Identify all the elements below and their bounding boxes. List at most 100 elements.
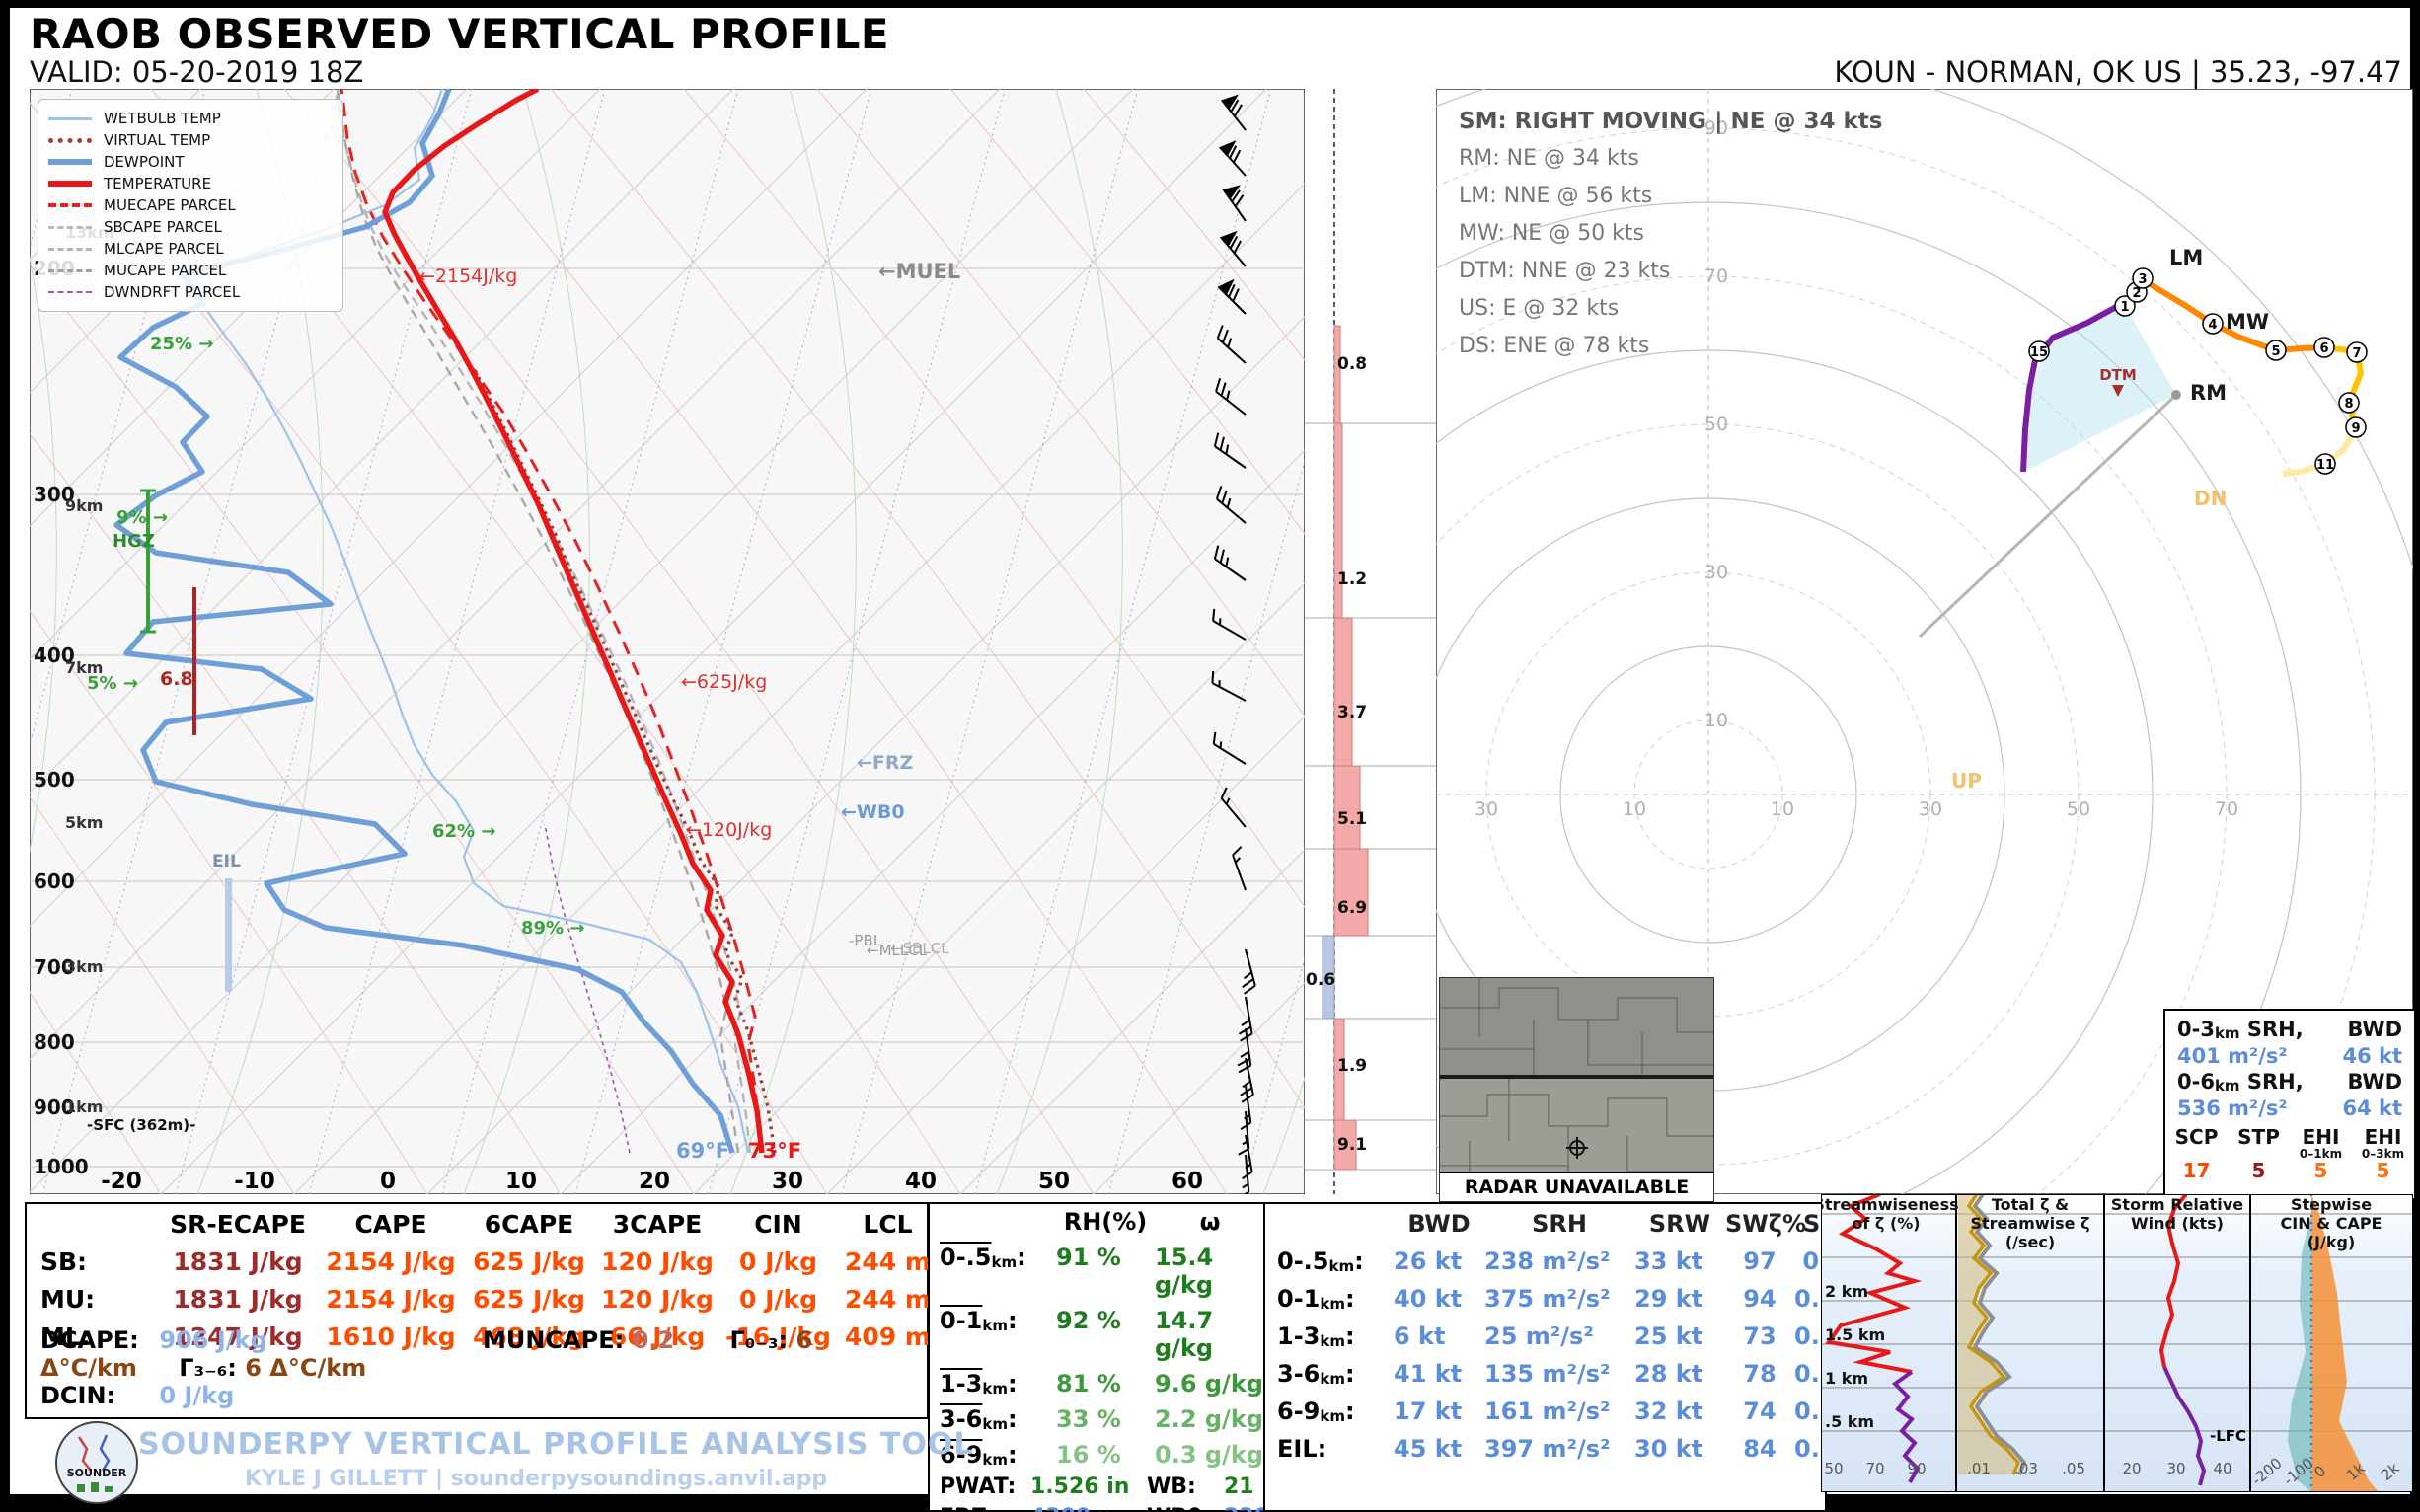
storm-motion-title: SM: RIGHT MOVING | NE @ 34 kts <box>1459 109 1883 134</box>
temp-tick: 0 <box>380 1169 396 1194</box>
col-header: SR-ECAPE <box>170 1210 306 1239</box>
radar-caption: RADAR UNAVAILABLE <box>1440 1172 1713 1201</box>
cell: 120 J/kg <box>601 1247 714 1276</box>
page-title: RAOB OBSERVED VERTICAL PROFILE <box>30 10 890 58</box>
cell: 120 J/kg <box>601 1285 714 1314</box>
col-header: LCL <box>863 1210 913 1239</box>
row-label: 0-1km: <box>1277 1285 1355 1313</box>
bwd-value: 40 kt <box>1394 1285 1463 1313</box>
mucape-swatch <box>48 268 92 272</box>
valid-time: VALID: 05-20-2019 18Z <box>30 55 364 89</box>
row-label: 1-3km: <box>940 1370 1018 1398</box>
virtual-swatch <box>48 137 92 143</box>
dcape-label: DCAPE: <box>40 1326 139 1354</box>
x-tick: .01 <box>1967 1460 1991 1477</box>
muncape-value: 0.2 <box>632 1326 675 1354</box>
row-label: 3-6km: <box>1277 1360 1355 1388</box>
sfc-dewpoint-label: 69°F <box>676 1139 729 1163</box>
muncape-label: MUNCAPE: <box>483 1326 625 1354</box>
bwd-value: 6 kt <box>1394 1323 1446 1350</box>
km-marker: 8 <box>2344 397 2353 412</box>
histogram-value: 6.9 <box>1337 898 1367 918</box>
ehi3-value: 5 <box>2376 1159 2390 1182</box>
row-label: 0-.5km: <box>1277 1247 1364 1275</box>
ring-label: 10 <box>1771 798 1794 820</box>
row-label: 6-9km: <box>1277 1398 1355 1425</box>
km-label: 5km <box>65 813 103 832</box>
panel-title: Wind (kts) <box>2131 1214 2224 1233</box>
bwd-0-3-value: 46 kt <box>2342 1044 2402 1068</box>
brand-credit: KYLE J GILLETT | sounderpysoundings.anvi… <box>245 1467 828 1491</box>
col-header: RH(%) <box>1063 1208 1148 1236</box>
swp-value: 94 <box>1743 1285 1777 1313</box>
ehi1-header: EHI 0–1km <box>2299 1125 2343 1161</box>
ring-label: 30 <box>1475 798 1498 820</box>
srh-indices-box: 0-3km SRH, BWD 401 m²/s² 46 kt 0-6km SRH… <box>2163 1009 2416 1200</box>
w-value: 14.7 g/kg <box>1155 1307 1214 1362</box>
km-marker: 6 <box>2319 341 2328 356</box>
srh-row-label: 0-6km SRH, <box>2177 1070 2304 1095</box>
ring-label: 30 <box>1704 562 1728 583</box>
scp-value: 17 <box>2182 1159 2211 1182</box>
km-marker: 11 <box>2316 458 2334 473</box>
row-label: SB: <box>40 1247 88 1276</box>
rh-annotation: 9% → <box>116 507 168 528</box>
pwat-label: PWAT: <box>940 1474 1017 1499</box>
srh-value: 238 m²/s² <box>1484 1247 1611 1275</box>
sounderpy-logo: SOUNDER <box>55 1421 138 1504</box>
storm-motion-line: DS: ENE @ 78 kts <box>1459 334 1650 358</box>
histogram-bar <box>1333 325 1341 424</box>
radar-inset: RADAR UNAVAILABLE <box>1439 977 1714 1202</box>
skewt-legend: WETBULB TEMP VIRTUAL TEMP DEWPOINT TEMPE… <box>38 99 343 312</box>
rh-value: 33 % <box>1056 1405 1121 1433</box>
ehi1-value: 5 <box>2313 1159 2328 1182</box>
panel-title: Stepwise <box>2291 1195 2372 1214</box>
w-value: 0.3 g/kg <box>1155 1441 1263 1469</box>
legend-label: SBCAPE PARCEL <box>104 218 222 236</box>
histogram-value: 1.2 <box>1337 569 1367 589</box>
cell: 625 J/kg <box>473 1247 585 1276</box>
w-value: 15.4 g/kg <box>1155 1244 1214 1299</box>
col-header: ω <box>1199 1208 1221 1236</box>
panel-title: Streamwise ζ <box>1970 1214 2089 1233</box>
km-marker: 5 <box>2271 344 2280 359</box>
temp-axis: -20 -10 0 10 20 30 40 50 60 <box>101 1169 1203 1194</box>
height-label: 1 km <box>1825 1369 1868 1388</box>
temp-tick: -10 <box>234 1169 275 1194</box>
legend-label: MUECAPE PARCEL <box>104 196 236 214</box>
legend-label: DEWPOINT <box>104 153 185 171</box>
x-tick: .05 <box>2062 1460 2085 1477</box>
legend-label: DWNDRFT PARCEL <box>104 283 241 301</box>
inset-panels: Streamwiseness of ζ (%) Total ζ & Stream… <box>1821 1194 2413 1492</box>
dwndrft-swatch <box>48 291 92 293</box>
sfc-temp-label: 73°F <box>748 1139 801 1163</box>
kinematics-table: BWD SRH SRW SWζ% SWζ 0-.5km: 26 kt 238 m… <box>1263 1202 1869 1512</box>
km-label: 1km <box>65 1097 103 1116</box>
km-label: 9km <box>65 496 103 515</box>
bwd-value: 17 kt <box>1394 1398 1463 1425</box>
col-header: 6CAPE <box>484 1210 574 1239</box>
temp-tick: 50 <box>1038 1169 1070 1194</box>
legend-label: VIRTUAL TEMP <box>104 131 211 149</box>
srw-value: 28 kt <box>1634 1360 1703 1388</box>
histogram-value: 1.9 <box>1337 1056 1367 1076</box>
pressure-tick: 1000 <box>34 1155 89 1178</box>
pressure-tick: 800 <box>34 1030 75 1054</box>
cell: 244 m <box>845 1247 931 1276</box>
dcin-value: 0 J/kg <box>159 1382 235 1409</box>
srw-value: 25 kt <box>1634 1323 1703 1350</box>
temp-tick: 60 <box>1172 1169 1203 1194</box>
histogram-value: 0.6 <box>1306 970 1335 990</box>
cell: 0 J/kg <box>738 1285 818 1314</box>
lapse36-label: Γ₃₋₆: <box>179 1354 237 1382</box>
station-info: KOUN - NORMAN, OK US | 35.23, -97.47 <box>1834 55 2402 89</box>
storm-motion-line: LM: NNE @ 56 kts <box>1459 184 1653 208</box>
km-marker: 1 <box>2120 300 2129 315</box>
bwd-0-6-value: 64 kt <box>2342 1096 2402 1120</box>
bwd-value: 26 kt <box>1394 1247 1463 1275</box>
storm-motion-line: US: E @ 32 kts <box>1459 296 1620 321</box>
lfc-marker-label: -LFC <box>2210 1427 2246 1445</box>
cell: 2154 J/kg <box>326 1285 456 1314</box>
rh-annotation: 5% → <box>87 673 138 694</box>
temp-tick: 30 <box>772 1169 803 1194</box>
